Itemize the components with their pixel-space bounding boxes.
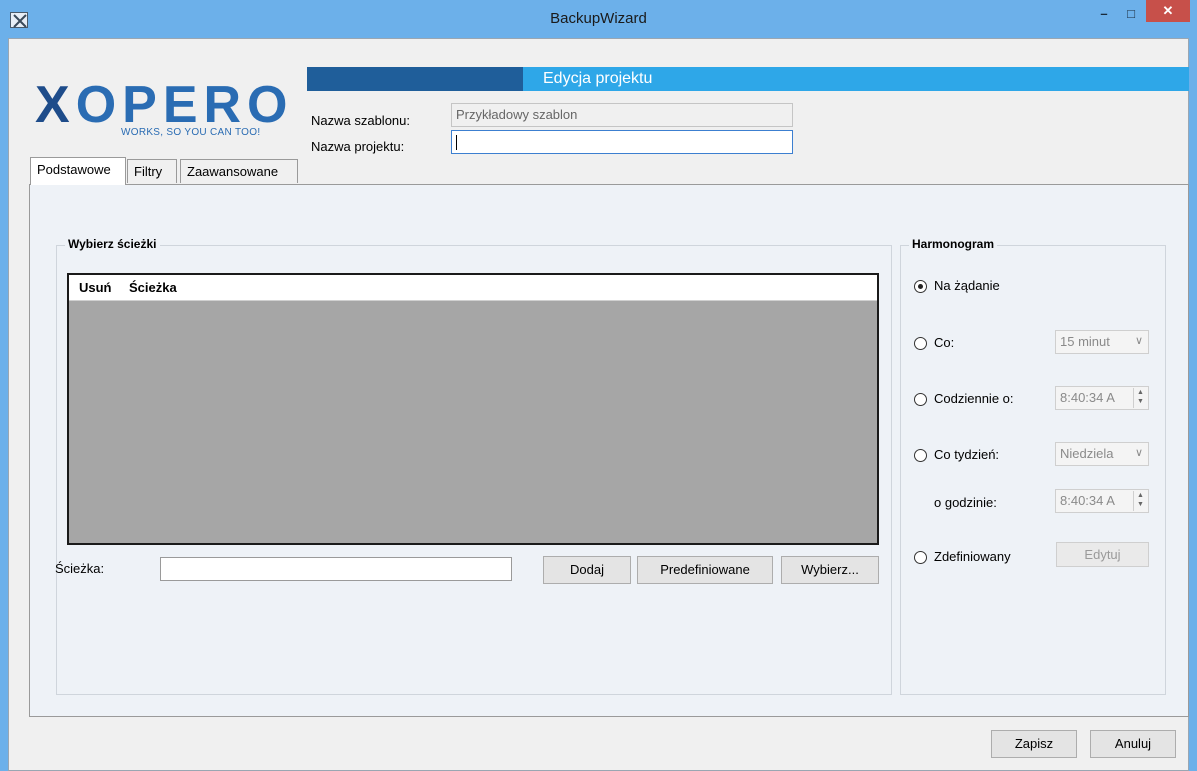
weekly-time-label: o godzinie: <box>934 495 997 510</box>
text-caret <box>456 135 457 151</box>
paths-group-title: Wybierz ścieżki <box>65 237 160 251</box>
spinner-arrows-icon: ▲ ▼ <box>1133 388 1147 408</box>
minimize-button[interactable]: – <box>1091 6 1117 26</box>
path-label: Ścieżka: <box>55 561 105 576</box>
radio-custom[interactable] <box>914 551 927 564</box>
application-window: BackupWizard – □ ✕ XOPERO WORKS, SO YOU … <box>0 0 1197 771</box>
paths-table[interactable]: Usuń Ścieżka <box>67 273 879 545</box>
logo-tagline: WORKS, SO YOU CAN TOO! <box>121 127 261 138</box>
radio-daily[interactable] <box>914 393 927 406</box>
radio-weekly[interactable] <box>914 449 927 462</box>
xopero-logo: XOPERO WORKS, SO YOU CAN TOO! <box>35 77 288 143</box>
project-name-label: Nazwa projektu: <box>311 139 405 154</box>
save-button[interactable]: Zapisz <box>991 730 1077 758</box>
close-button[interactable]: ✕ <box>1146 0 1190 22</box>
column-header-remove[interactable]: Usuń <box>79 280 112 295</box>
schedule-group-title: Harmonogram <box>909 237 998 251</box>
project-name-input[interactable] <box>451 130 793 154</box>
tab-filtry[interactable]: Filtry <box>127 159 177 183</box>
page-title: Edycja projektu <box>543 70 653 87</box>
window-title: BackupWizard <box>550 10 647 27</box>
chevron-down-icon: ∨ <box>1134 447 1143 459</box>
daily-label[interactable]: Codziennie o: <box>934 391 1014 406</box>
custom-label[interactable]: Zdefiniowany <box>934 549 1011 564</box>
paths-table-header: Usuń Ścieżka <box>69 275 877 301</box>
add-path-button[interactable]: Dodaj <box>543 556 631 584</box>
logo-wordmark: XOPERO <box>35 77 294 133</box>
chevron-down-icon: ∨ <box>1134 335 1143 347</box>
every-label[interactable]: Co: <box>934 335 954 350</box>
interval-select: 15 minut ∨ <box>1055 330 1149 354</box>
radio-every[interactable] <box>914 337 927 350</box>
tab-zaawansowane[interactable]: Zaawansowane <box>180 159 298 183</box>
template-name-field: Przykładowy szablon <box>451 103 793 127</box>
weekly-label[interactable]: Co tydzień: <box>934 447 999 462</box>
logo-x-letter: X <box>35 76 76 134</box>
header-band: Edycja projektu <box>307 67 1189 91</box>
tab-podstawowe[interactable]: Podstawowe <box>30 157 126 185</box>
path-input[interactable] <box>160 557 512 581</box>
edit-schedule-button: Edytuj <box>1056 542 1149 567</box>
maximize-button[interactable]: □ <box>1118 6 1144 26</box>
on-demand-label[interactable]: Na żądanie <box>934 278 1000 293</box>
logo-word: OPERO <box>75 76 294 134</box>
radio-on-demand[interactable] <box>914 280 927 293</box>
header-band-accent <box>307 67 523 91</box>
daily-time-value: 8:40:34 A <box>1060 390 1115 405</box>
window-client-area: XOPERO WORKS, SO YOU CAN TOO! Edycja pro… <box>8 38 1189 771</box>
predefined-paths-button[interactable]: Predefiniowane <box>637 556 773 584</box>
spinner-arrows-icon: ▲ ▼ <box>1133 491 1147 511</box>
choose-path-button[interactable]: Wybierz... <box>781 556 879 584</box>
schedule-groupbox: Harmonogram <box>900 237 1166 695</box>
column-header-path[interactable]: Ścieżka <box>129 280 177 295</box>
cancel-button[interactable]: Anuluj <box>1090 730 1176 758</box>
template-name-label: Nazwa szablonu: <box>311 113 410 128</box>
daily-time-spinner: 8:40:34 A ▲ ▼ <box>1055 386 1149 410</box>
interval-value: 15 minut <box>1060 334 1110 349</box>
weekday-value: Niedziela <box>1060 446 1114 461</box>
weekly-time-value: 8:40:34 A <box>1060 493 1115 508</box>
weekday-select: Niedziela ∨ <box>1055 442 1149 466</box>
title-bar[interactable]: BackupWizard – □ ✕ <box>0 0 1197 38</box>
weekly-time-spinner: 8:40:34 A ▲ ▼ <box>1055 489 1149 513</box>
